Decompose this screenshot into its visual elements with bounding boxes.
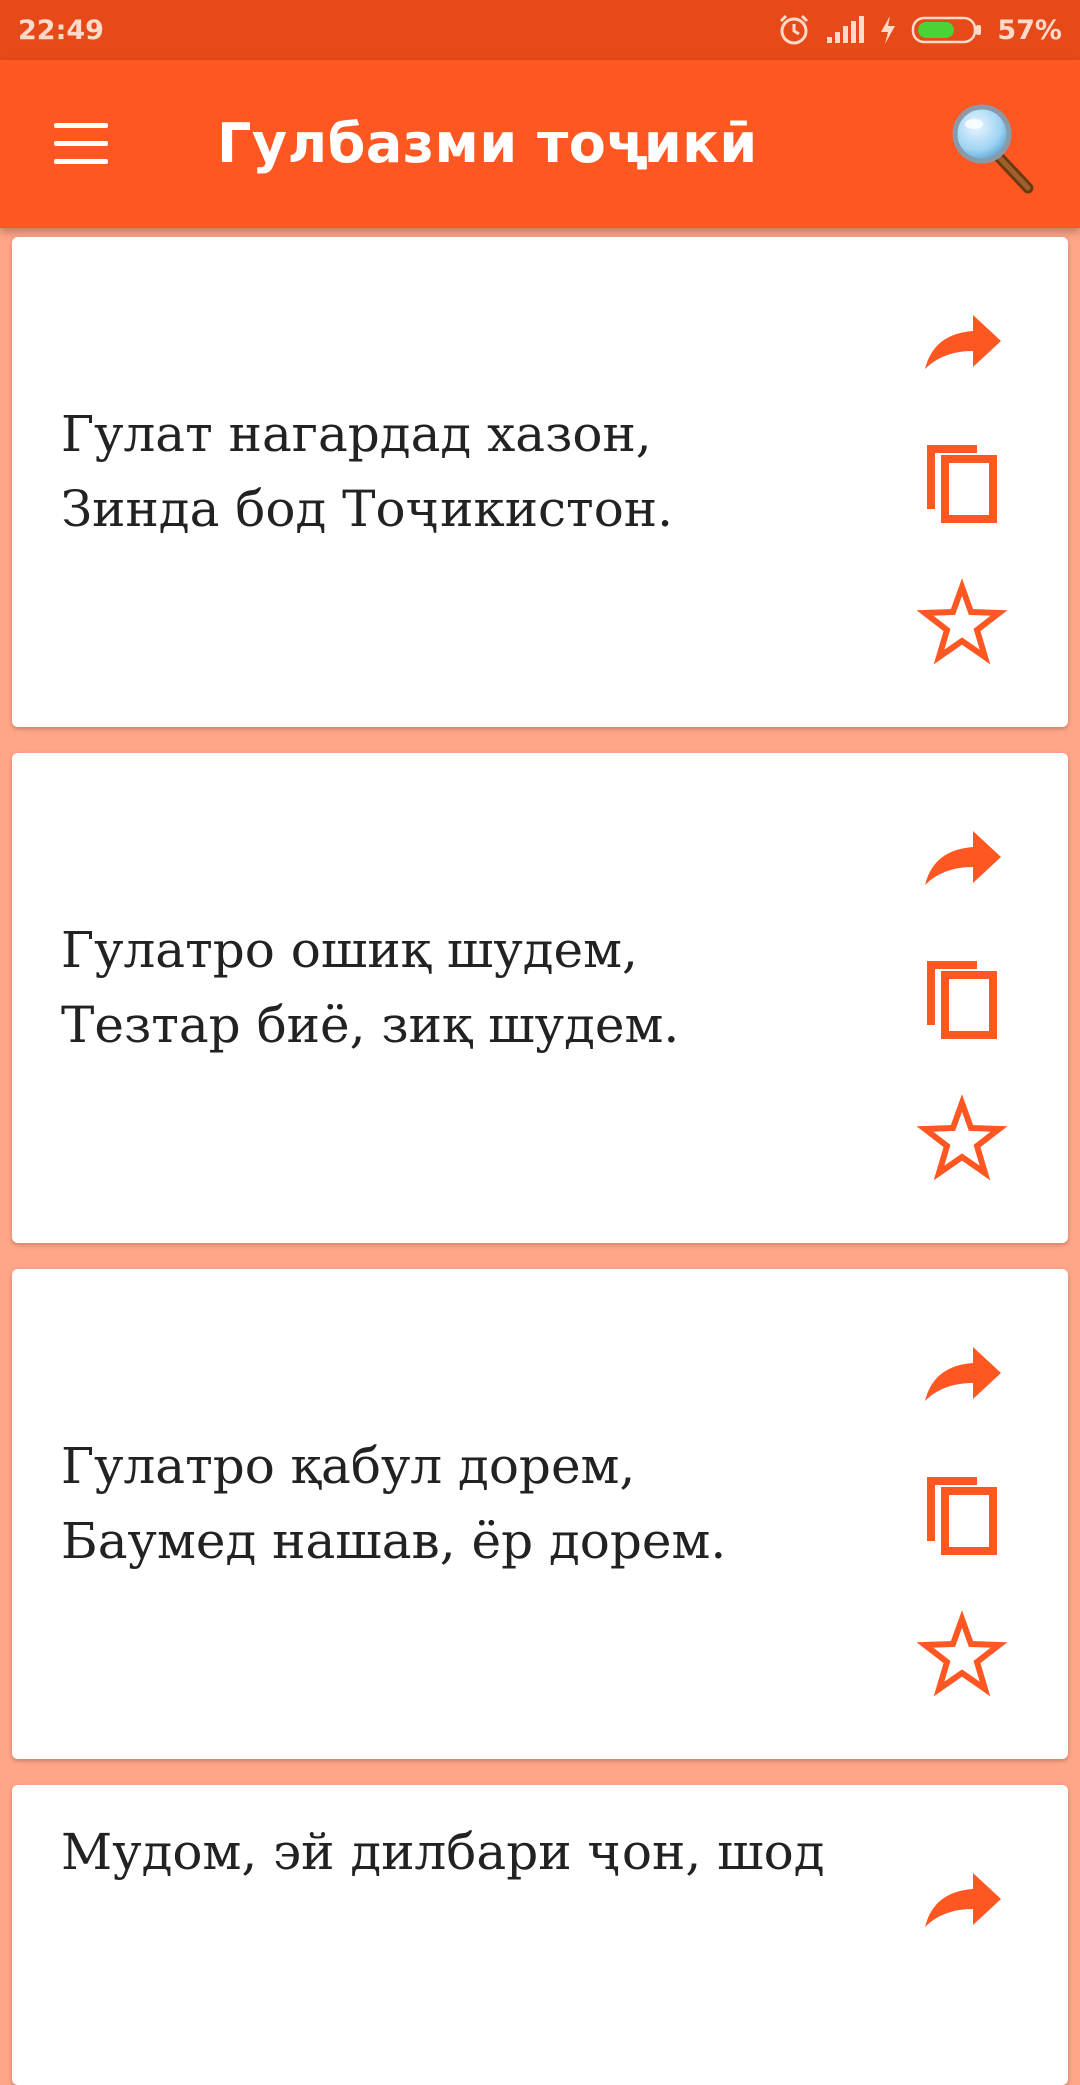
poem-text: Мудом, эй дилбари ҷон, шод <box>61 1823 825 1881</box>
hamburger-line <box>54 159 108 164</box>
share-button[interactable] <box>917 307 1007 387</box>
search-button[interactable] <box>948 98 1038 194</box>
share-icon <box>925 1873 1001 1927</box>
copy-button[interactable] <box>917 1469 1007 1559</box>
status-bar: 22:49 57% <box>0 0 1080 60</box>
menu-button[interactable] <box>46 114 118 174</box>
poem-card: Гулатро ошиқ шудем, Тезтар биё, зиқ шуде… <box>12 753 1068 1243</box>
poem-text: Гулатро қабул дорем, Баумед нашав, ёр до… <box>61 1437 727 1570</box>
app-title: Гулбазми тоҷикӣ <box>217 112 758 175</box>
share-icon <box>925 1347 1001 1401</box>
poem-card: Гулат нагардад хазон, Зинда бод Тоҷикист… <box>12 237 1068 727</box>
share-button[interactable] <box>917 1339 1007 1419</box>
share-button[interactable] <box>917 823 1007 903</box>
alarm-icon <box>780 14 809 45</box>
signal-icon <box>827 16 865 43</box>
battery-icon <box>912 16 982 44</box>
share-button[interactable] <box>917 1865 1007 1945</box>
copy-icon <box>927 1477 997 1555</box>
battery-percent: 57% <box>997 14 1062 46</box>
status-time: 22:49 <box>18 14 104 46</box>
favorite-button[interactable] <box>916 1609 1008 1699</box>
search-icon <box>952 104 1034 194</box>
copy-button[interactable] <box>917 953 1007 1043</box>
poem-text: Гулатро ошиқ шудем, Тезтар биё, зиқ шуде… <box>61 921 680 1054</box>
star-outline-icon <box>916 1094 1008 1181</box>
copy-icon <box>927 445 997 523</box>
status-icons: 57% <box>777 13 1062 47</box>
charging-icon <box>881 16 896 44</box>
hamburger-line <box>54 141 108 146</box>
favorite-button[interactable] <box>916 577 1008 667</box>
favorite-button[interactable] <box>916 1093 1008 1183</box>
hamburger-menu-icon <box>54 123 108 128</box>
poem-card: Гулатро қабул дорем, Баумед нашав, ёр до… <box>12 1269 1068 1759</box>
share-icon <box>925 831 1001 885</box>
poem-text: Гулат нагардад хазон, Зинда бод Тоҷикист… <box>61 405 674 538</box>
star-outline-icon <box>916 1610 1008 1697</box>
app-bar: Гулбазми тоҷикӣ <box>0 60 1080 228</box>
copy-button[interactable] <box>917 437 1007 527</box>
poem-card: Мудом, эй дилбари ҷон, шод <box>12 1785 1068 2085</box>
copy-icon <box>927 961 997 1039</box>
star-outline-icon <box>916 578 1008 665</box>
share-icon <box>925 315 1001 369</box>
